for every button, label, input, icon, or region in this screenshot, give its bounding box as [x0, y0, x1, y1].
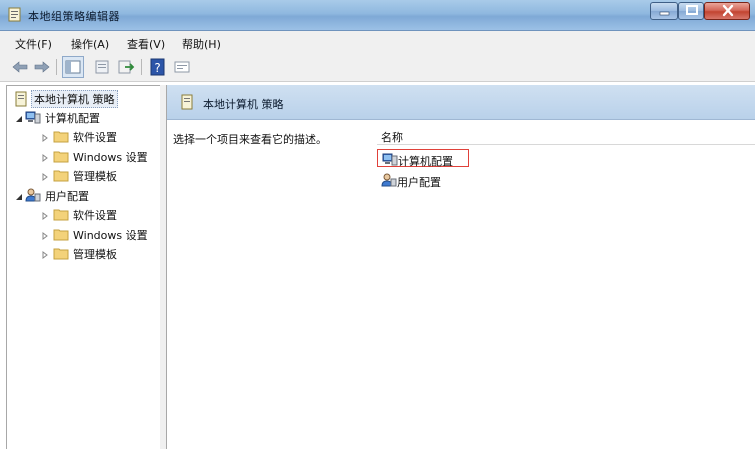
console-tree: 本地计算机 策略 计算机配置 软件设置 Windows 设置 管理模板 用户配置… [6, 85, 162, 449]
window-title: 本地组策略编辑器 [28, 10, 120, 23]
user-config-icon [381, 172, 397, 188]
policy-document-icon [8, 7, 22, 22]
column-header-name[interactable]: 名称 [381, 129, 403, 145]
details-pane: 本地计算机 策略 选择一个项目来查看它的描述。 名称 计算机配置 用户配置 [166, 85, 755, 449]
list-item-user-config[interactable]: 用户配置 [377, 171, 469, 189]
policy-document-icon [13, 91, 29, 107]
menu-view[interactable]: 查看(V) [127, 36, 165, 52]
tree-node-label: 管理模板 [73, 248, 117, 261]
minimize-button[interactable] [650, 2, 678, 20]
user-config-icon [25, 187, 41, 203]
tree-node-local-computer-policy[interactable]: 本地计算机 策略 [11, 90, 161, 108]
help-icon[interactable]: ? [148, 57, 168, 77]
back-arrow-icon[interactable] [10, 57, 30, 77]
folder-icon [53, 226, 69, 242]
tree-node-label: 管理模板 [73, 170, 117, 183]
menu-help[interactable]: 帮助(H) [182, 36, 221, 52]
details-header: 本地计算机 策略 [167, 85, 755, 120]
tree-node-label: 计算机配置 [45, 112, 100, 125]
maximize-button[interactable] [678, 2, 704, 20]
tree-node-user-admin-templates[interactable]: 管理模板 [11, 244, 161, 262]
tree-node-label: 用户配置 [45, 190, 89, 203]
tree-node-label: Windows 设置 [73, 229, 148, 242]
toolbar-separator [141, 59, 142, 75]
tree-node-label: 本地计算机 策略 [31, 90, 118, 108]
tree-node-user-config[interactable]: 用户配置 [11, 186, 161, 204]
toolbar-separator [56, 59, 57, 75]
menu-bar: 文件(F) 操作(A) 查看(V) 帮助(H) [0, 31, 755, 53]
close-button[interactable] [704, 2, 750, 20]
list-item-label: 用户配置 [397, 176, 441, 189]
svg-text:?: ? [154, 61, 160, 75]
tree-node-computer-windows-settings[interactable]: Windows 设置 [11, 147, 161, 165]
expand-arrow-icon[interactable] [41, 171, 49, 181]
tree-node-computer-config[interactable]: 计算机配置 [11, 108, 161, 126]
export-list-icon[interactable] [116, 57, 136, 77]
tree-node-label: 软件设置 [73, 131, 117, 144]
title-bar[interactable]: 本地组策略编辑器 [0, 0, 755, 31]
tree-node-label: Windows 设置 [73, 151, 148, 164]
tree-node-user-software-settings[interactable]: 软件设置 [11, 205, 161, 223]
group-policy-editor-window: 本地组策略编辑器 文件(F) 操作(A) 查看(V) 帮助(H) ? 本地计算机… [0, 0, 755, 449]
folder-icon [53, 206, 69, 222]
folder-icon [53, 148, 69, 164]
computer-config-icon [382, 151, 398, 167]
folder-icon [53, 128, 69, 144]
toolbar: ? [0, 53, 755, 82]
details-header-title: 本地计算机 策略 [203, 98, 284, 111]
properties-icon[interactable] [92, 57, 112, 77]
policy-document-icon [179, 94, 195, 110]
menu-action[interactable]: 操作(A) [71, 36, 109, 52]
column-divider [377, 144, 755, 145]
collapse-arrow-icon[interactable] [15, 113, 23, 122]
list-item-label: 计算机配置 [398, 155, 453, 168]
list-item-computer-config[interactable]: 计算机配置 [377, 149, 469, 168]
description-text: 选择一个项目来查看它的描述。 [173, 133, 327, 146]
tree-node-label: 软件设置 [73, 209, 117, 222]
expand-arrow-icon[interactable] [41, 152, 49, 162]
tree-node-computer-admin-templates[interactable]: 管理模板 [11, 166, 161, 184]
tree-node-computer-software-settings[interactable]: 软件设置 [11, 127, 161, 145]
menu-file[interactable]: 文件(F) [15, 36, 52, 52]
tree-node-user-windows-settings[interactable]: Windows 设置 [11, 225, 161, 243]
filter-options-icon[interactable] [172, 57, 192, 77]
expand-arrow-icon[interactable] [41, 132, 49, 142]
computer-config-icon [25, 109, 41, 125]
expand-arrow-icon[interactable] [41, 249, 49, 259]
forward-arrow-icon[interactable] [32, 57, 52, 77]
folder-icon [53, 167, 69, 183]
collapse-arrow-icon[interactable] [15, 191, 23, 200]
folder-icon [53, 245, 69, 261]
expand-arrow-icon[interactable] [41, 230, 49, 240]
expand-arrow-icon[interactable] [41, 210, 49, 220]
show-hide-console-tree-icon[interactable] [62, 56, 84, 78]
